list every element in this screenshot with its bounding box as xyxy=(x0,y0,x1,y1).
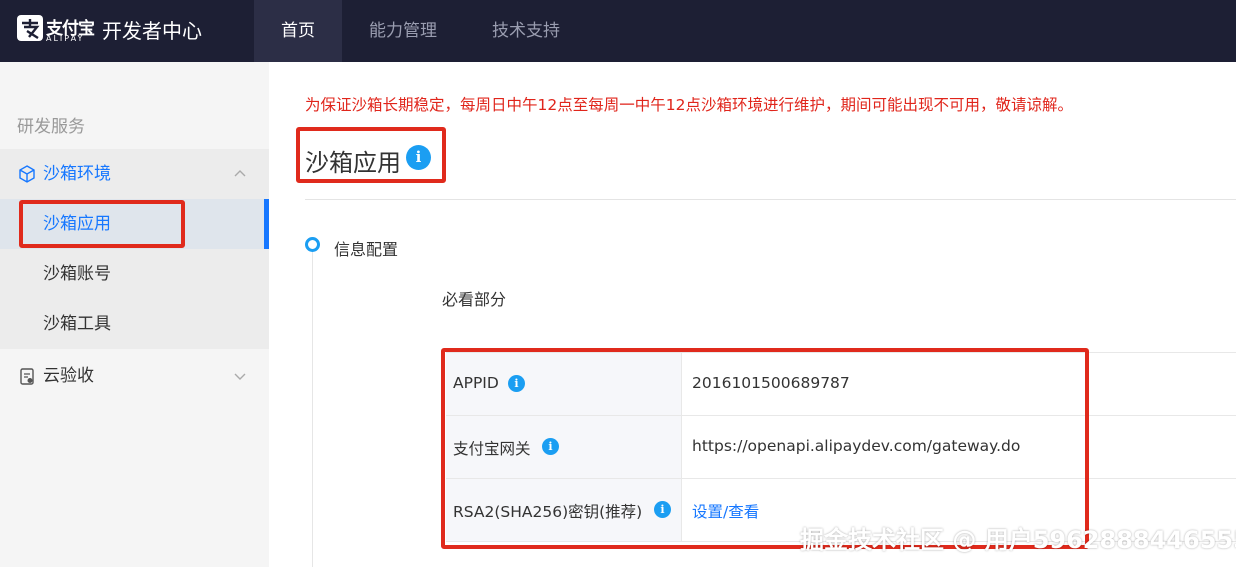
maintenance-notice: 为保证沙箱长期稳定，每周日中午12点至每周一中午12点沙箱环境进行维护，期间可能… xyxy=(305,96,1073,114)
step-label: 信息配置 xyxy=(334,240,399,259)
chevron-up-icon xyxy=(234,170,246,177)
sidebar-item-label: 沙箱工具 xyxy=(43,314,111,334)
sidebar: 研发服务 沙箱环境 沙箱应用 沙箱账号 沙箱工具 云验收 xyxy=(0,62,269,567)
timeline-step-dot xyxy=(305,237,320,252)
alipay-logo-icon[interactable] xyxy=(16,14,50,44)
chevron-down-icon xyxy=(234,373,246,380)
sidebar-item-sandbox-account[interactable]: 沙箱账号 xyxy=(0,249,269,299)
sidebar-item-cloud-acceptance[interactable]: 云验收 xyxy=(0,351,269,401)
nav-capability-management[interactable]: 能力管理 xyxy=(352,0,454,62)
sidebar-item-sandbox-tools[interactable]: 沙箱工具 xyxy=(0,299,269,349)
section-label: 必看部分 xyxy=(442,290,507,309)
highlight-box xyxy=(441,348,1089,549)
sidebar-group-label: 研发服务 xyxy=(17,117,85,137)
watermark: 掘金技术社区 @ 用户5962888446555 xyxy=(800,526,1236,554)
clipboard-icon xyxy=(20,368,34,385)
active-indicator xyxy=(264,199,269,249)
logo-text-en: ALIPAY xyxy=(46,34,85,43)
highlight-box xyxy=(296,127,446,183)
divider xyxy=(305,199,1236,200)
top-navbar: 支付宝 ALIPAY 开发者中心 首页 能力管理 技术支持 xyxy=(0,0,1236,62)
highlight-box xyxy=(19,200,185,248)
nav-home[interactable]: 首页 xyxy=(254,0,342,62)
sidebar-item-label: 沙箱环境 xyxy=(43,164,111,184)
timeline-line xyxy=(312,252,313,567)
sidebar-item-label: 云验收 xyxy=(43,366,94,386)
brand-title[interactable]: 开发者中心 xyxy=(102,15,202,44)
cube-icon xyxy=(19,165,35,183)
sidebar-item-sandbox[interactable]: 沙箱环境 xyxy=(0,149,269,199)
nav-tech-support[interactable]: 技术支持 xyxy=(476,0,576,62)
sidebar-item-label: 沙箱账号 xyxy=(43,264,111,284)
